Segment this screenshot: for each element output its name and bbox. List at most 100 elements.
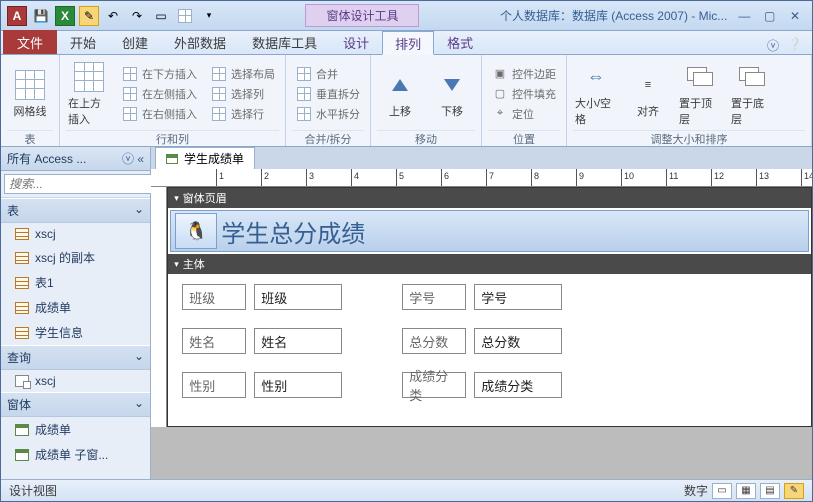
- field-label[interactable]: 班级: [182, 284, 246, 310]
- nav-item-table[interactable]: 成绩单: [1, 295, 150, 320]
- insert-right-button[interactable]: 在右侧插入: [118, 105, 201, 123]
- design-view-button[interactable]: ✎: [784, 483, 804, 499]
- file-tab[interactable]: 文件: [3, 30, 57, 54]
- field-control[interactable]: 成绩分类: [474, 372, 562, 398]
- layout-view-button[interactable]: ▤: [760, 483, 780, 499]
- help-icon[interactable]: ❔: [787, 37, 802, 54]
- insert-below-button[interactable]: 在下方插入: [118, 65, 201, 83]
- select-row-button[interactable]: 选择行: [207, 105, 279, 123]
- nav-item-form[interactable]: 成绩单 子窗...: [1, 442, 150, 467]
- move-up-button[interactable]: 上移: [377, 67, 423, 121]
- size-space-icon: ⇔: [580, 61, 612, 93]
- spacer-icon[interactable]: ▭: [151, 6, 171, 26]
- select-column-button[interactable]: 选择列: [207, 85, 279, 103]
- form-title-label[interactable]: 学生总分成绩: [221, 214, 365, 249]
- nav-group-tables[interactable]: 表⌄: [1, 198, 150, 223]
- quick-access-toolbar: A 💾 X ✎ ↶ ↷ ▭ ▾: [1, 6, 225, 26]
- close-icon[interactable]: ✕: [784, 9, 806, 23]
- tab-home[interactable]: 开始: [57, 30, 109, 54]
- datasheet-view-button[interactable]: ▦: [736, 483, 756, 499]
- field-label[interactable]: 成绩分类: [402, 372, 466, 398]
- contextual-tab-label: 窗体设计工具: [305, 4, 419, 27]
- send-back-icon: [739, 67, 765, 87]
- insert-above-label: 在上方插入: [68, 95, 110, 127]
- redo-icon[interactable]: ↷: [127, 6, 147, 26]
- field-control[interactable]: 班级: [254, 284, 342, 310]
- tab-db-tools[interactable]: 数据库工具: [239, 30, 330, 54]
- table-icon: [15, 228, 29, 240]
- nav-dropdown-icon[interactable]: ⓥ «: [122, 150, 144, 167]
- design-canvas[interactable]: 窗体页眉 🐧 学生总分成绩 主体 班级班级 学号学号: [151, 187, 812, 479]
- control-margins-button[interactable]: ▣控件边距: [488, 65, 560, 83]
- nav-item-form[interactable]: 成绩单: [1, 417, 150, 442]
- field-control[interactable]: 总分数: [474, 328, 562, 354]
- nav-group-forms[interactable]: 窗体⌄: [1, 392, 150, 417]
- field-label[interactable]: 姓名: [182, 328, 246, 354]
- insert-left-button[interactable]: 在左侧插入: [118, 85, 201, 103]
- nav-item-table[interactable]: xscj: [1, 223, 150, 245]
- move-down-button[interactable]: 下移: [429, 67, 475, 121]
- form-view-button[interactable]: ▭: [712, 483, 732, 499]
- tab-create[interactable]: 创建: [109, 30, 161, 54]
- vertical-ruler[interactable]: [151, 187, 167, 427]
- horizontal-ruler[interactable]: 1234567891011121314: [151, 169, 812, 187]
- form-header-area[interactable]: 🐧 学生总分成绩: [170, 210, 809, 252]
- split-vertical-button[interactable]: 垂直拆分: [292, 85, 364, 103]
- document-tabs: 学生成绩单: [151, 147, 812, 169]
- align-button[interactable]: ≡对齐: [625, 67, 671, 121]
- tab-design[interactable]: 设计: [330, 30, 382, 54]
- section-bar-header[interactable]: 窗体页眉: [168, 188, 811, 208]
- minimize-icon[interactable]: —: [733, 9, 755, 23]
- anchoring-button[interactable]: ⌖定位: [488, 105, 560, 123]
- excel-export-icon[interactable]: X: [55, 6, 75, 26]
- highlight-icon[interactable]: ✎: [79, 6, 99, 26]
- save-icon[interactable]: 💾: [31, 6, 51, 26]
- form-logo-image[interactable]: 🐧: [175, 213, 217, 249]
- document-tab[interactable]: 学生成绩单: [155, 147, 255, 169]
- bring-front-icon: [687, 67, 713, 87]
- nav-item-query[interactable]: xscj: [1, 370, 150, 392]
- send-back-button[interactable]: 置于底层: [729, 59, 775, 129]
- group-move-label: 移动: [377, 130, 475, 146]
- group-size-label: 调整大小和排序: [573, 130, 805, 146]
- app-logo[interactable]: A: [7, 6, 27, 26]
- nav-pane-header[interactable]: 所有 Access ... ⓥ «: [1, 147, 150, 171]
- control-padding-button[interactable]: ▢控件填充: [488, 85, 560, 103]
- group-rowscols-label: 行和列: [66, 130, 279, 146]
- tab-external-data[interactable]: 外部数据: [161, 30, 239, 54]
- table-qat-icon[interactable]: [175, 6, 195, 26]
- form-icon: [15, 449, 29, 461]
- nav-item-table[interactable]: 表1: [1, 270, 150, 295]
- navigation-pane: 所有 Access ... ⓥ « 🔍 表⌄ xscj xscj 的副本 表1 …: [1, 147, 151, 479]
- nav-group-queries[interactable]: 查询⌄: [1, 345, 150, 370]
- nav-item-table[interactable]: 学生信息: [1, 320, 150, 345]
- gridlines-button[interactable]: 网格线: [7, 67, 53, 121]
- bring-front-button[interactable]: 置于顶层: [677, 59, 723, 129]
- group-position-label: 位置: [488, 130, 560, 146]
- form-detail-area[interactable]: 班级班级 学号学号 姓名姓名 总分数总分数 性别性别 成绩分类成绩分类: [168, 274, 811, 426]
- tab-arrange[interactable]: 排列: [382, 31, 434, 55]
- group-table-label: 表: [7, 130, 53, 146]
- gridlines-label: 网格线: [14, 103, 47, 119]
- select-layout-button[interactable]: 选择布局: [207, 65, 279, 83]
- field-control[interactable]: 学号: [474, 284, 562, 310]
- nav-item-table[interactable]: xscj 的副本: [1, 245, 150, 270]
- minimize-ribbon-icon[interactable]: ⓥ: [767, 37, 779, 54]
- search-input[interactable]: [4, 174, 171, 194]
- field-control[interactable]: 姓名: [254, 328, 342, 354]
- field-label[interactable]: 性别: [182, 372, 246, 398]
- tab-format[interactable]: 格式: [434, 30, 486, 54]
- undo-icon[interactable]: ↶: [103, 6, 123, 26]
- insert-above-button[interactable]: 在上方插入: [66, 59, 112, 129]
- qat-more-icon[interactable]: ▾: [199, 6, 219, 26]
- split-horizontal-button[interactable]: 水平拆分: [292, 105, 364, 123]
- merge-button[interactable]: 合并: [292, 65, 364, 83]
- field-label[interactable]: 总分数: [402, 328, 466, 354]
- field-control[interactable]: 性别: [254, 372, 342, 398]
- status-view-label: 设计视图: [9, 482, 57, 499]
- maximize-icon[interactable]: ▢: [759, 9, 781, 23]
- section-bar-detail[interactable]: 主体: [168, 254, 811, 274]
- size-space-button[interactable]: ⇔大小/空格: [573, 59, 619, 129]
- table-icon: [15, 327, 29, 339]
- field-label[interactable]: 学号: [402, 284, 466, 310]
